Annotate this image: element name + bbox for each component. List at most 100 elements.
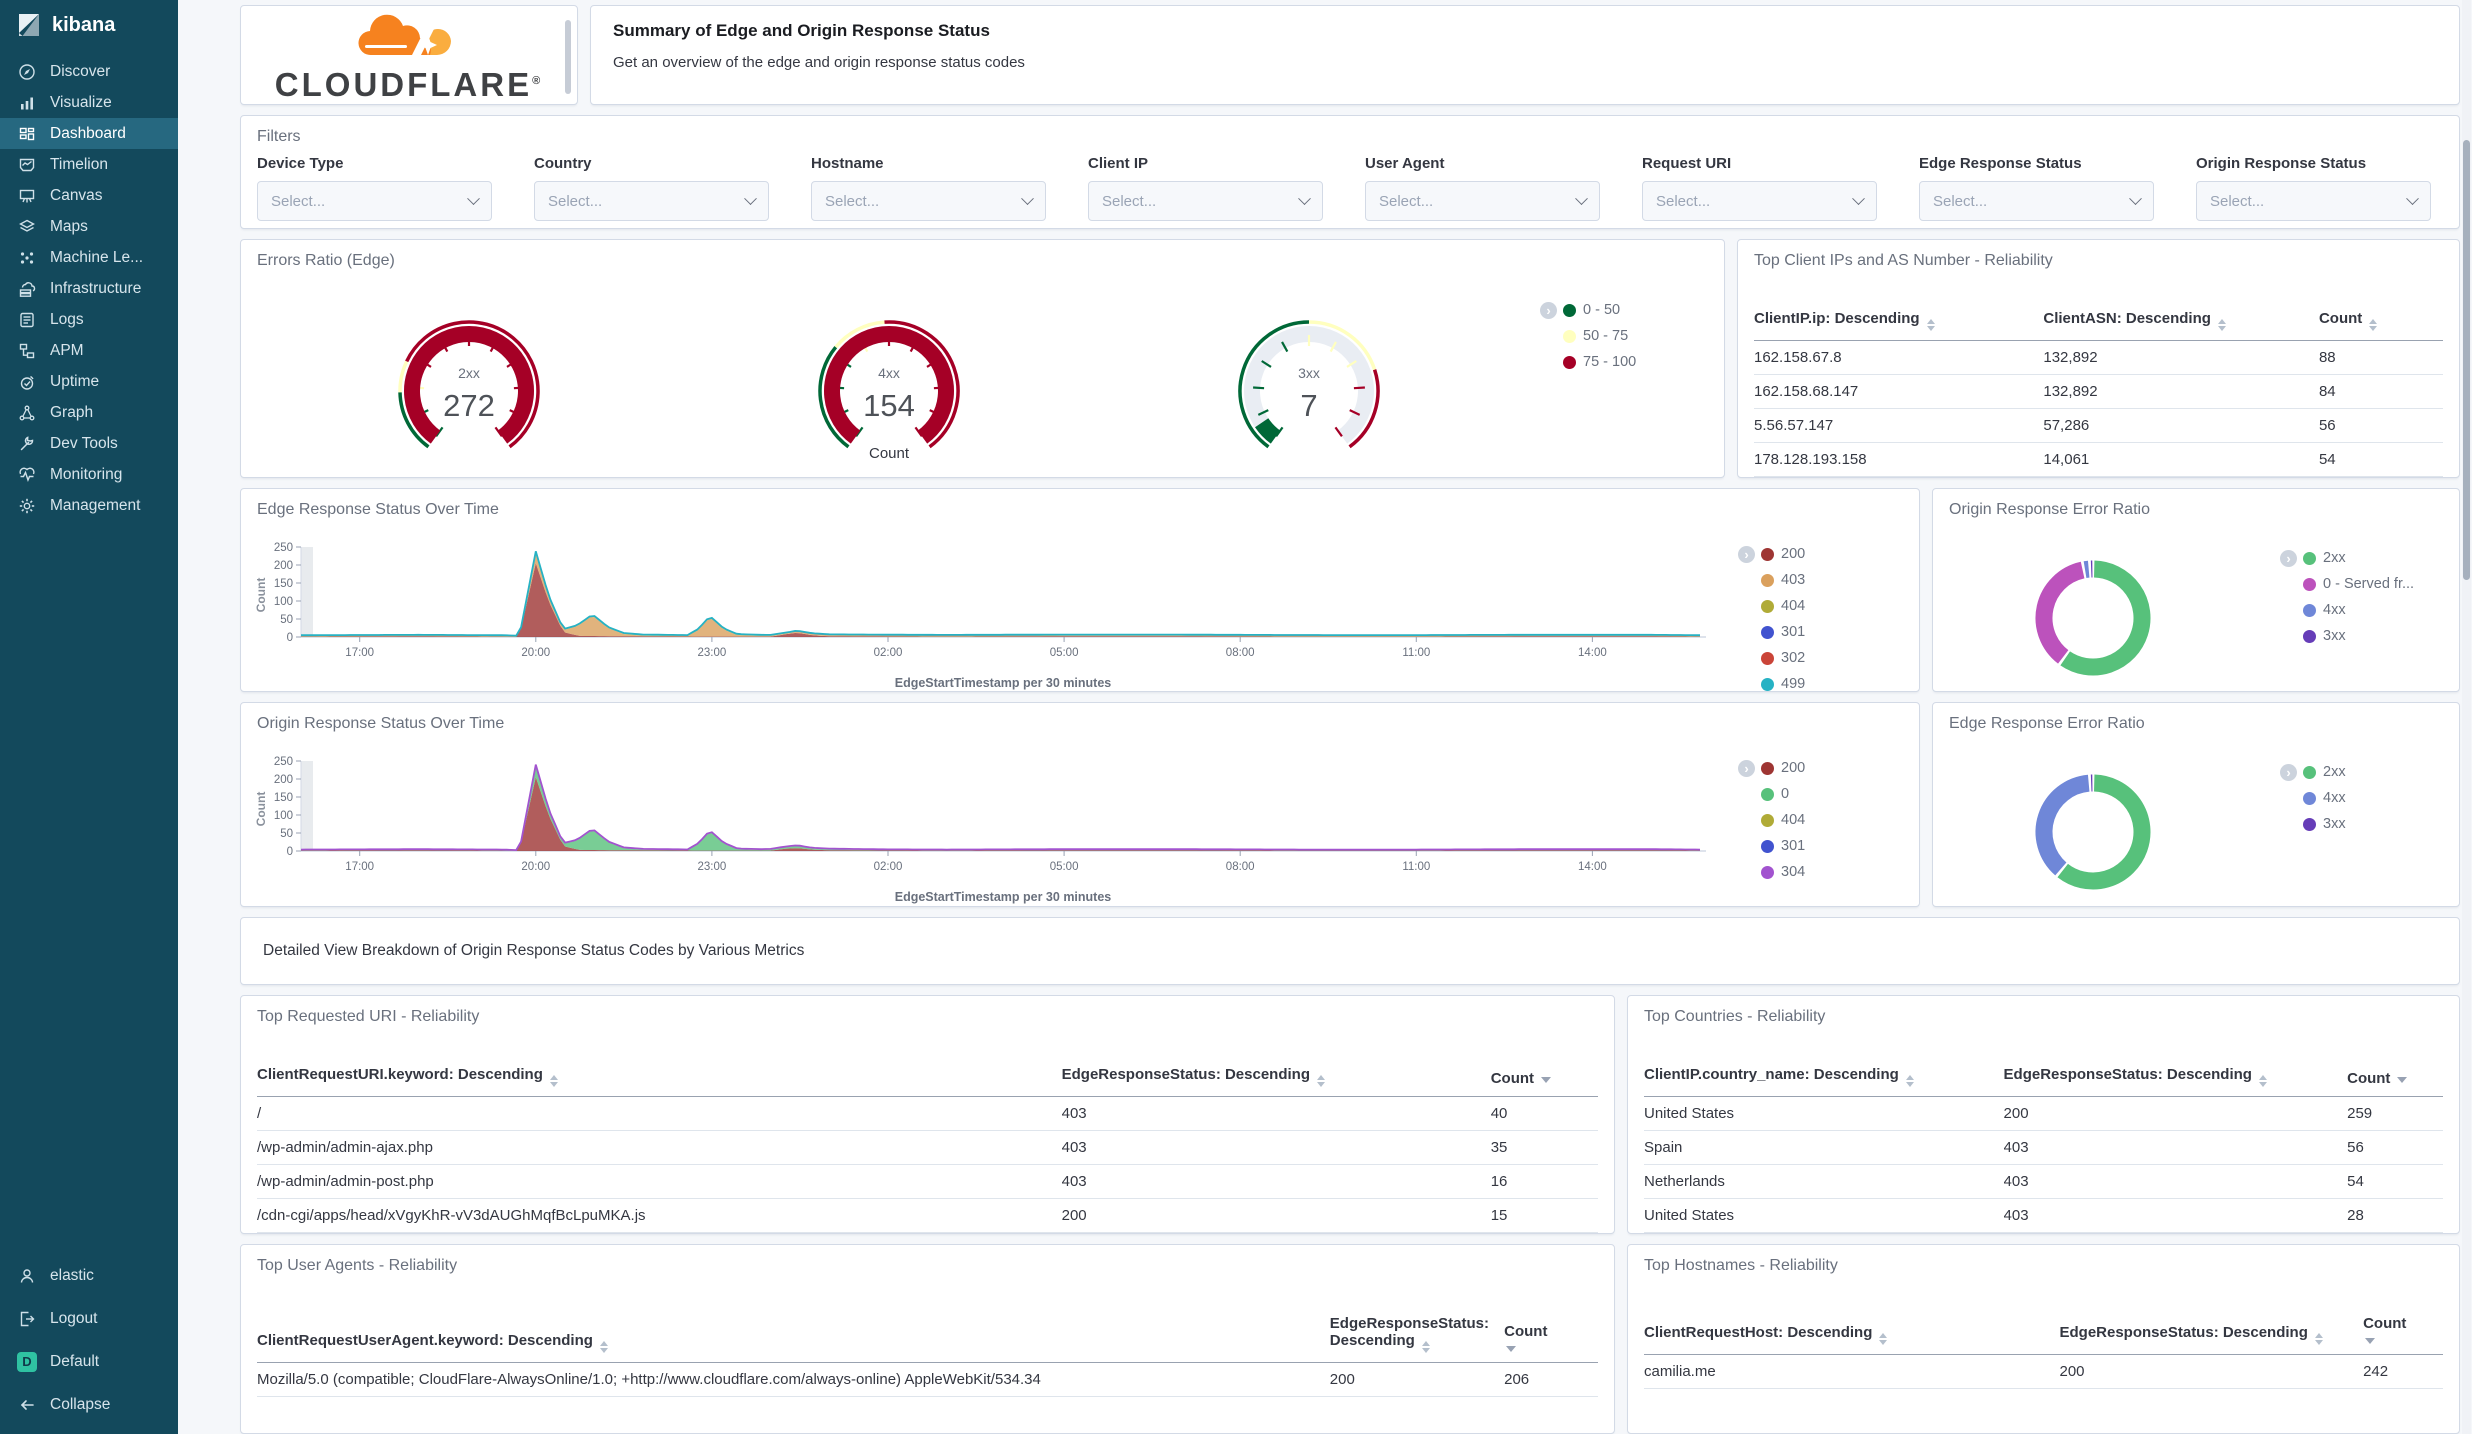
page-scrollbar[interactable] <box>2462 0 2471 1434</box>
column-header-count[interactable]: Count <box>1504 1289 1598 1363</box>
column-header-clientrequesturi-keyword[interactable]: ClientRequestURI.keyword: Descending <box>257 1040 1062 1097</box>
table-cell: 403 <box>1061 1164 1491 1199</box>
panel-scrollbar[interactable] <box>565 20 571 94</box>
sidebar-item-management[interactable]: Management <box>0 490 178 521</box>
sidebar-item-label: APM <box>50 341 84 359</box>
kibana-brand[interactable]: kibana <box>0 0 178 48</box>
origin-status-area-chart: 0 50 100 150 200 250 Count 17:00 20:00 23:00 02:00… <box>254 756 1706 904</box>
table-cell: 403 <box>2003 1164 2348 1199</box>
legend-item: › 2xx <box>2280 759 2346 785</box>
legend-label[interactable]: 404 <box>1781 598 1805 614</box>
filter-select-device-type[interactable]: Select... <box>257 181 492 221</box>
legend-label[interactable]: 0 - Served fr... <box>2323 576 2414 592</box>
column-header-clientip-country-name[interactable]: ClientIP.country_name: Descending <box>1644 1040 2004 1097</box>
legend-label[interactable]: 4xx <box>2323 790 2346 806</box>
sidebar-item-default[interactable]: D Default <box>0 1340 178 1383</box>
legend-label[interactable]: 200 <box>1781 546 1805 562</box>
legend-label[interactable]: 0 - 50 <box>1583 302 1620 318</box>
table-cell: 14,061 <box>2043 442 2319 478</box>
dashboard-title-panel: Summary of Edge and Origin Response Stat… <box>590 5 2460 105</box>
svg-text:0: 0 <box>287 632 293 644</box>
column-header-count[interactable]: Count <box>1490 1040 1598 1097</box>
column-header-edgeresponsestatus[interactable]: EdgeResponseStatus: Descending <box>2003 1040 2348 1097</box>
sidebar-item-graph[interactable]: Graph <box>0 397 178 428</box>
filter-select-origin-response-status[interactable]: Select... <box>2196 181 2431 221</box>
sidebar-item-infrastructure[interactable]: Infrastructure <box>0 273 178 304</box>
table-cell: 200 <box>1329 1362 1505 1397</box>
legend-label[interactable]: 2xx <box>2323 550 2346 566</box>
filter-select-hostname[interactable]: Select... <box>811 181 1046 221</box>
column-header-clientip-ip[interactable]: ClientIP.ip: Descending <box>1754 284 2044 342</box>
legend-label[interactable]: 75 - 100 <box>1583 354 1636 370</box>
column-header-edgeresponsestatus[interactable]: EdgeResponseStatus: Descending <box>2059 1289 2364 1355</box>
sidebar-item-discover[interactable]: Discover <box>0 56 178 87</box>
column-header-label: Count <box>2363 1315 2407 1332</box>
markdown-note-panel: Detailed View Breakdown of Origin Respon… <box>240 916 2460 985</box>
legend-expand-icon[interactable]: › <box>1738 759 1755 777</box>
legend-label[interactable]: 0 <box>1781 786 1789 802</box>
table-cell: 403 <box>1061 1130 1491 1165</box>
legend-label[interactable]: 50 - 75 <box>1583 328 1628 344</box>
legend-color-dot <box>1761 677 1774 691</box>
column-header-count[interactable]: Count <box>2318 284 2443 342</box>
legend-label[interactable]: 2xx <box>2323 764 2346 780</box>
sidebar-item-logs[interactable]: Logs <box>0 304 178 335</box>
legend-label[interactable]: 3xx <box>2323 816 2346 832</box>
column-header-count[interactable]: Count <box>2347 1040 2443 1097</box>
legend-expand-icon[interactable]: › <box>2280 763 2297 781</box>
filter-select-request-uri[interactable]: Select... <box>1642 181 1877 221</box>
column-header-edgeresponsestatus[interactable]: EdgeResponseStatus: Descending <box>1061 1040 1491 1097</box>
legend-label[interactable]: 4xx <box>2323 602 2346 618</box>
column-header-clientrequestuseragent-keyword[interactable]: ClientRequestUserAgent.keyword: Descendi… <box>257 1289 1330 1363</box>
table-row: 162.158.67.8 132,892 88 <box>1754 340 2443 376</box>
sidebar-item-elastic[interactable]: elastic <box>0 1254 178 1297</box>
sidebar-item-canvas[interactable]: Canvas <box>0 180 178 211</box>
sidebar-item-uptime[interactable]: Uptime <box>0 366 178 397</box>
sidebar-item-logout[interactable]: Logout <box>0 1297 178 1340</box>
svg-text:200: 200 <box>274 560 293 572</box>
column-header-edgeresponsestatus[interactable]: EdgeResponseStatus: Descending <box>1329 1289 1505 1363</box>
sidebar-item-timelion[interactable]: Timelion <box>0 149 178 180</box>
page-scrollbar-thumb[interactable] <box>2463 140 2470 580</box>
svg-text:250: 250 <box>274 756 293 768</box>
sidebar-item-monitoring[interactable]: Monitoring <box>0 459 178 490</box>
legend-expand-icon[interactable]: › <box>1738 545 1755 563</box>
column-header-clientasn[interactable]: ClientASN: Descending <box>2043 284 2319 342</box>
legend-label[interactable]: 499 <box>1781 676 1805 691</box>
filter-select-edge-response-status[interactable]: Select... <box>1919 181 2154 221</box>
filter-origin-response-status: Origin Response Status Select... <box>2196 155 2459 221</box>
legend-label[interactable]: 200 <box>1781 760 1805 776</box>
column-header-count[interactable]: Count <box>2363 1289 2443 1355</box>
sidebar-item-visualize[interactable]: Visualize <box>0 87 178 118</box>
legend-label[interactable]: 403 <box>1781 572 1805 588</box>
legend-label[interactable]: 301 <box>1781 624 1805 640</box>
sidebar-item-collapse[interactable]: Collapse <box>0 1383 178 1426</box>
legend-expand-icon[interactable]: › <box>2280 549 2297 567</box>
sort-both-icon <box>2314 1333 2323 1345</box>
legend-label[interactable]: 304 <box>1781 864 1805 880</box>
table-cell: 54 <box>2318 442 2443 478</box>
discover-icon <box>17 62 37 82</box>
filter-select-country[interactable]: Select... <box>534 181 769 221</box>
sidebar-item-dev-tools[interactable]: Dev Tools <box>0 428 178 459</box>
sort-both-icon <box>549 1075 558 1087</box>
filter-row: Device Type Select... Country Select... Host… <box>241 146 2459 221</box>
collapse-icon <box>17 1395 37 1415</box>
filter-select-client-ip[interactable]: Select... <box>1088 181 1323 221</box>
legend-label[interactable]: 3xx <box>2323 628 2346 644</box>
legend-expand-icon[interactable]: › <box>1540 301 1557 319</box>
column-header-label: Count <box>1504 1323 1548 1340</box>
legend-label[interactable]: 301 <box>1781 838 1805 854</box>
edge-error-ratio-panel: Edge Response Error Ratio › 2xx 4xx 3xx <box>1932 702 2460 907</box>
legend-label[interactable]: 302 <box>1781 650 1805 666</box>
column-header-clientrequesthost[interactable]: ClientRequestHost: Descending <box>1644 1289 2060 1355</box>
sidebar-item-apm[interactable]: APM <box>0 335 178 366</box>
sidebar-item-maps[interactable]: Maps <box>0 211 178 242</box>
legend-label[interactable]: 404 <box>1781 812 1805 828</box>
gauge-arc: 2xx272 <box>398 320 540 449</box>
filter-select-user-agent[interactable]: Select... <box>1365 181 1600 221</box>
filter-label: Device Type <box>257 155 344 172</box>
sidebar-item-dashboard[interactable]: Dashboard <box>0 118 178 149</box>
dashboard-icon <box>17 124 37 144</box>
sidebar-item-machine-le[interactable]: Machine Le... <box>0 242 178 273</box>
